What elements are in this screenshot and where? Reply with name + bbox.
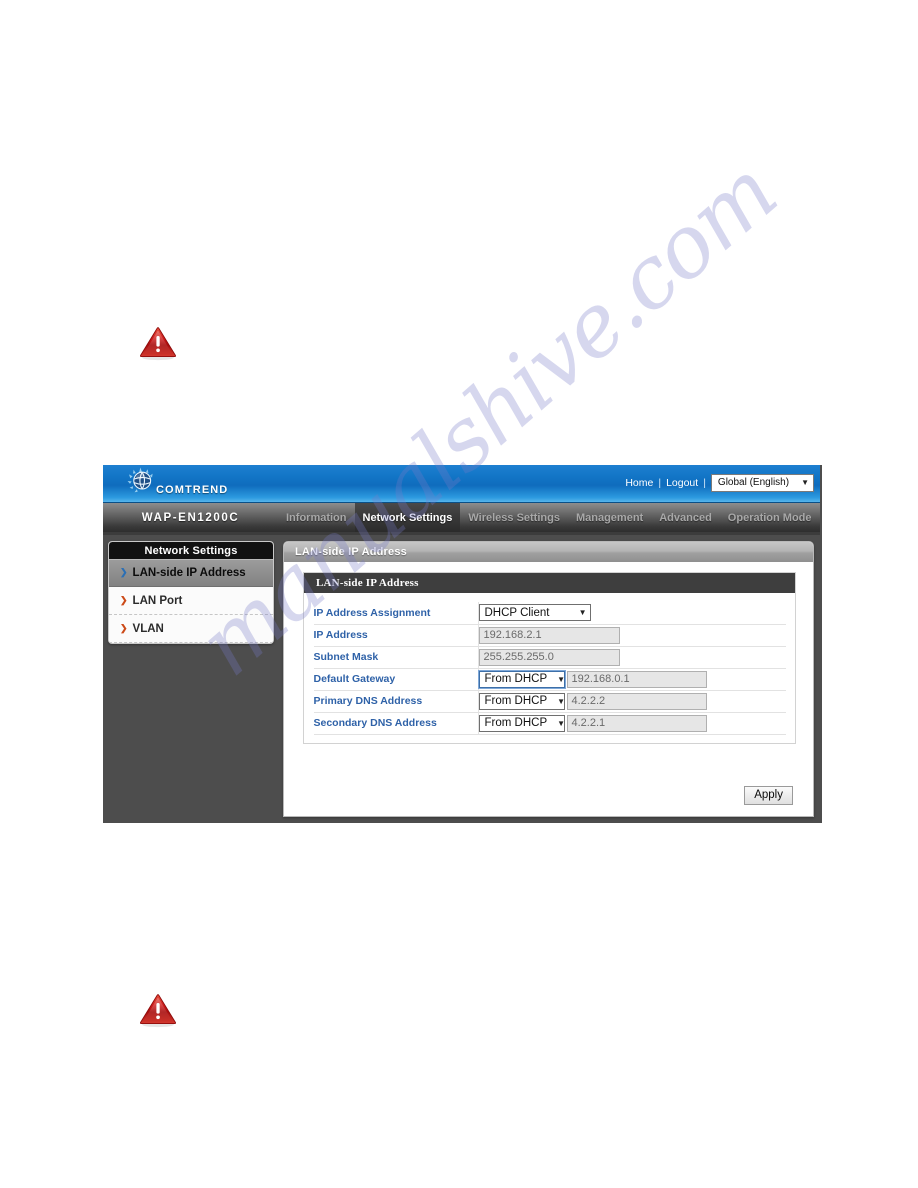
tab-network-settings[interactable]: Network Settings	[354, 503, 461, 532]
sidebar-item-lan-port[interactable]: ❯ LAN Port	[109, 587, 273, 615]
table-row-ip-address-assignment: IP Address Assignment DHCP Client ▼	[313, 602, 786, 625]
model-name-label: WAP-EN1200C	[141, 511, 240, 524]
router-web-ui-screenshot: COMTREND Home | Logout | Global (English…	[103, 465, 822, 823]
apply-button[interactable]: Apply	[744, 786, 793, 805]
content-panel-title: LAN-side IP Address	[284, 542, 813, 562]
content-panel: LAN-side IP Address LAN-side IP Address …	[283, 541, 814, 817]
row-label: Default Gateway	[313, 668, 479, 691]
brand-name-text: COMTREND	[156, 484, 229, 496]
tab-information[interactable]: Information	[278, 503, 355, 532]
table-row-subnet-mask: Subnet Mask 255.255.255.0	[313, 646, 786, 669]
table-row-secondary-dns: Secondary DNS Address From DHCP ▼ 4.2.2.…	[313, 712, 786, 735]
home-link[interactable]: Home	[625, 477, 653, 489]
header-separator-1: |	[658, 477, 662, 489]
chevron-right-icon: ❯	[120, 567, 128, 577]
chevron-down-icon: ▼	[557, 718, 566, 728]
table-row-default-gateway: Default Gateway From DHCP ▼ 192.168.0.1	[313, 668, 786, 691]
sidebar: Network Settings ❯ LAN-side IP Address ❯…	[108, 541, 274, 644]
chevron-down-icon: ▼	[578, 608, 587, 618]
warning-triangle-icon-top	[138, 325, 178, 361]
ip-address-assignment-select[interactable]: DHCP Client ▼	[478, 604, 591, 622]
ui-header-bar: COMTREND Home | Logout | Global (English…	[103, 465, 820, 503]
tab-wireless-settings[interactable]: Wireless Settings	[460, 503, 568, 532]
select-value: DHCP Client	[484, 606, 550, 619]
header-links: Home | Logout | Global (English) ▼	[625, 474, 814, 492]
default-gateway-field[interactable]: 192.168.0.1	[566, 670, 707, 688]
row-label: IP Address	[313, 624, 479, 647]
sidebar-item-label: LAN-side IP Address	[132, 566, 246, 579]
tab-management[interactable]: Management	[568, 503, 651, 532]
logout-link[interactable]: Logout	[666, 477, 698, 489]
sidebar-item-vlan[interactable]: ❯ VLAN	[109, 615, 273, 643]
row-label: IP Address Assignment	[313, 602, 479, 625]
select-value: From DHCP	[484, 717, 548, 729]
row-label: Primary DNS Address	[313, 690, 479, 713]
row-label: Secondary DNS Address	[313, 712, 479, 735]
tab-operation-mode[interactable]: Operation Mode	[720, 503, 820, 532]
subnet-mask-field[interactable]: 255.255.255.0	[478, 648, 620, 666]
lan-side-ip-address-panel: LAN-side IP Address IP Address Assignmen…	[303, 572, 796, 744]
header-separator-2: |	[703, 477, 706, 489]
sidebar-title: Network Settings	[109, 542, 273, 559]
row-label: Subnet Mask	[313, 646, 479, 669]
brand-block: COMTREND	[120, 466, 260, 502]
sidebar-item-label: LAN Port	[132, 594, 183, 607]
warning-triangle-icon-bottom	[138, 992, 178, 1028]
chevron-down-icon: ▼	[557, 696, 566, 706]
panel-header-title: LAN-side IP Address	[304, 573, 795, 593]
secondary-dns-field[interactable]: 4.2.2.1	[566, 714, 707, 732]
select-value: From DHCP	[484, 695, 548, 707]
chevron-down-icon: ▼	[557, 674, 566, 684]
primary-dns-field[interactable]: 4.2.2.2	[566, 692, 707, 710]
tab-advanced[interactable]: Advanced	[651, 503, 720, 532]
default-gateway-source-select[interactable]: From DHCP ▼	[477, 669, 566, 689]
ip-address-field[interactable]: 192.168.2.1	[478, 626, 620, 644]
language-select[interactable]: Global (English) ▼	[710, 474, 814, 492]
language-select-value: Global (English)	[717, 477, 790, 488]
sidebar-item-lan-side-ip-address[interactable]: ❯ LAN-side IP Address	[109, 559, 273, 587]
settings-table: IP Address Assignment DHCP Client ▼ IP A…	[313, 602, 786, 735]
select-value: From DHCP	[484, 673, 548, 685]
ui-body: Network Settings ❯ LAN-side IP Address ❯…	[103, 535, 822, 823]
table-row-primary-dns: Primary DNS Address From DHCP ▼ 4.2.2.2	[313, 690, 786, 713]
chevron-down-icon: ▼	[801, 478, 809, 487]
apply-row: Apply	[744, 785, 793, 805]
table-row-ip-address: IP Address 192.168.2.1	[313, 624, 786, 647]
primary-dns-source-select[interactable]: From DHCP ▼	[478, 692, 566, 710]
chevron-right-icon: ❯	[120, 623, 128, 633]
chevron-right-icon: ❯	[120, 595, 128, 605]
main-nav-bar: WAP-EN1200C Information Network Settings…	[103, 503, 820, 535]
secondary-dns-source-select[interactable]: From DHCP ▼	[478, 714, 566, 732]
sidebar-item-label: VLAN	[132, 622, 164, 635]
comtrend-globe-logo-icon	[126, 467, 156, 497]
